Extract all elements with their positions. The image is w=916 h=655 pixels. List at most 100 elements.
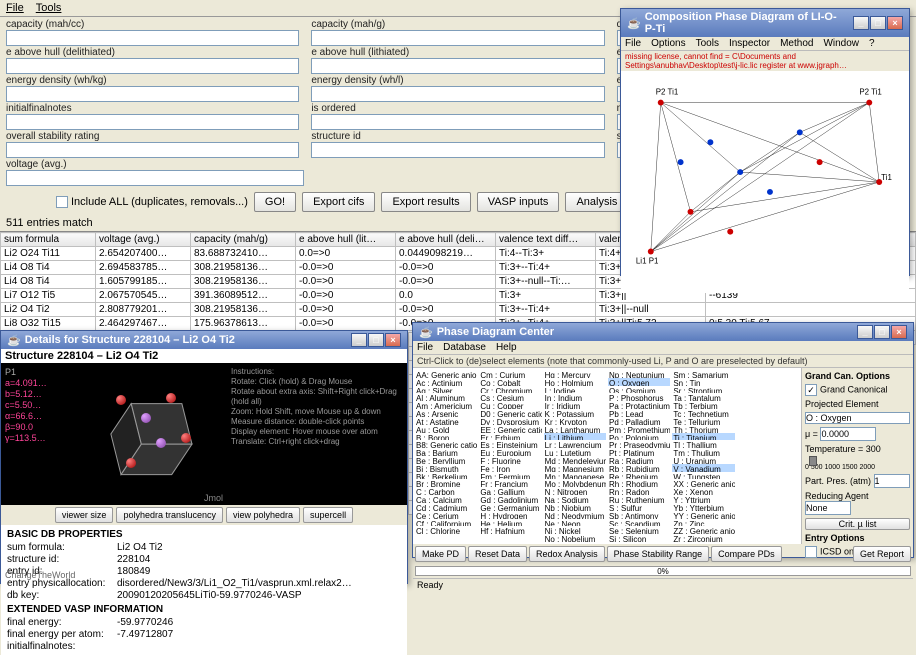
btn-reset[interactable]: Reset Data bbox=[468, 546, 527, 562]
element-item[interactable]: Tc : Technetium bbox=[672, 409, 734, 417]
element-item[interactable] bbox=[737, 464, 799, 472]
table-row[interactable]: Li2 O4 Ti22.808779201…308.21958136…-0.0=… bbox=[1, 303, 916, 317]
element-item[interactable] bbox=[737, 519, 799, 527]
element-item[interactable]: Ru : Ruthenium bbox=[608, 495, 670, 503]
element-item[interactable]: ZZ : Generic anion ZZ bbox=[672, 526, 734, 534]
btn-poly-transl[interactable]: polyhedra translucency bbox=[116, 507, 223, 523]
in-ifnotes[interactable] bbox=[6, 114, 299, 130]
element-item[interactable]: Ir : Iridium bbox=[544, 401, 606, 409]
in-ehl[interactable] bbox=[311, 58, 604, 74]
element-item[interactable]: Hg : Mercury bbox=[544, 370, 606, 378]
element-item[interactable]: Ba : Barium bbox=[415, 448, 477, 456]
btn-analysis[interactable]: Analysis bbox=[565, 192, 628, 212]
element-item[interactable]: Pr : Praseodymium bbox=[608, 440, 670, 448]
menu-item[interactable]: Options bbox=[651, 38, 685, 49]
element-item[interactable]: Rn : Radon bbox=[608, 487, 670, 495]
btn-report[interactable]: Get Report bbox=[853, 546, 911, 562]
element-item[interactable]: No : Nobelium bbox=[544, 534, 606, 542]
element-item[interactable]: Bi : Bismuth bbox=[415, 464, 477, 472]
element-item[interactable]: Lr : Lawrencium bbox=[544, 440, 606, 448]
element-item[interactable]: He : Helium bbox=[479, 519, 541, 527]
element-item[interactable]: Sr : Strontium bbox=[672, 386, 734, 394]
element-item[interactable]: Cf : Californium bbox=[415, 519, 477, 527]
element-item[interactable]: Mo : Molybdenum bbox=[544, 479, 606, 487]
element-item[interactable]: Sn : Tin bbox=[672, 378, 734, 386]
element-item[interactable]: Cl : Chlorine bbox=[415, 526, 477, 534]
element-item[interactable]: In : Indium bbox=[544, 393, 606, 401]
element-item[interactable]: Ho : Holmium bbox=[544, 378, 606, 386]
element-item[interactable]: Br : Bromine bbox=[415, 479, 477, 487]
pd-menubar[interactable]: FileOptionsToolsInspectorMethodWindow? bbox=[621, 37, 909, 51]
element-item[interactable]: U : Uranium bbox=[672, 456, 734, 464]
chk-grand-canonical[interactable]: ✓ bbox=[805, 384, 817, 396]
element-item[interactable] bbox=[737, 526, 799, 534]
in-ehd[interactable] bbox=[6, 58, 299, 74]
element-item[interactable] bbox=[737, 417, 799, 425]
element-item[interactable]: Ca : Calcium bbox=[415, 495, 477, 503]
close-icon[interactable]: × bbox=[887, 16, 903, 30]
col-vtd1[interactable]: valence text diff… bbox=[496, 233, 596, 247]
element-item[interactable] bbox=[737, 370, 799, 378]
element-item[interactable]: Ag : Silver bbox=[415, 386, 477, 394]
element-item[interactable]: Se : Selenium bbox=[608, 526, 670, 534]
element-item[interactable]: Pm : Promethium bbox=[608, 425, 670, 433]
element-item[interactable]: Tl : Thallium bbox=[672, 440, 734, 448]
sel-reducing-agent[interactable] bbox=[805, 501, 851, 515]
element-item[interactable]: Li : Lithium bbox=[544, 433, 606, 441]
col-ehd[interactable]: e above hull (deli… bbox=[396, 233, 496, 247]
col-cap[interactable]: capacity (mah/g) bbox=[191, 233, 296, 247]
menu-item[interactable]: Window bbox=[823, 38, 859, 49]
element-item[interactable]: Fm : Fermium bbox=[479, 472, 541, 480]
element-item[interactable]: La : Lanthanum bbox=[544, 425, 606, 433]
element-item[interactable]: Cu : Copper bbox=[479, 401, 541, 409]
element-item[interactable]: Os : Osmium bbox=[608, 386, 670, 394]
element-item[interactable] bbox=[737, 456, 799, 464]
element-item[interactable]: Be : Beryllium bbox=[415, 456, 477, 464]
element-item[interactable]: Ta : Tantalum bbox=[672, 393, 734, 401]
element-item[interactable] bbox=[737, 425, 799, 433]
struct-titlebar[interactable]: ☕ Details for Structure 228104 – Li2 O4 … bbox=[1, 331, 407, 349]
element-item[interactable]: Hf : Hafnium bbox=[479, 526, 541, 534]
element-item[interactable] bbox=[737, 393, 799, 401]
element-item[interactable]: Sb : Antimony bbox=[608, 511, 670, 519]
element-item[interactable]: F : Fluorine bbox=[479, 456, 541, 464]
element-item[interactable]: Cm : Curium bbox=[479, 370, 541, 378]
element-item[interactable]: I : Iodine bbox=[544, 386, 606, 394]
in-voltage[interactable] bbox=[6, 170, 304, 186]
element-item[interactable]: Sm : Samarium bbox=[672, 370, 734, 378]
element-item[interactable]: S : Sulfur bbox=[608, 503, 670, 511]
element-item[interactable]: Pt : Platinum bbox=[608, 448, 670, 456]
btn-export-results[interactable]: Export results bbox=[381, 192, 470, 212]
element-item[interactable]: Md : Mendelevium bbox=[544, 456, 606, 464]
close-icon[interactable]: × bbox=[385, 333, 401, 347]
in-osr[interactable] bbox=[6, 142, 299, 158]
element-item[interactable]: Dy : Dysprosium bbox=[479, 417, 541, 425]
element-item[interactable]: C : Carbon bbox=[415, 487, 477, 495]
col-sum[interactable]: sum formula bbox=[1, 233, 96, 247]
element-item[interactable] bbox=[737, 503, 799, 511]
menu-item[interactable]: Help bbox=[496, 342, 517, 353]
min-icon[interactable]: _ bbox=[857, 325, 873, 339]
element-item[interactable]: Tb : Terbium bbox=[672, 401, 734, 409]
element-item[interactable]: Si : Silicon bbox=[608, 534, 670, 542]
menu-file[interactable]: File bbox=[6, 2, 24, 14]
element-item[interactable]: Am : Americium bbox=[415, 401, 477, 409]
element-item[interactable]: YY : Generic anion YY bbox=[672, 511, 734, 519]
sel-proj-element[interactable] bbox=[805, 412, 910, 424]
element-item[interactable] bbox=[415, 534, 477, 542]
element-item[interactable]: Fr : Francium bbox=[479, 479, 541, 487]
in-mu[interactable] bbox=[820, 427, 876, 441]
element-item[interactable] bbox=[737, 440, 799, 448]
element-item[interactable]: Y : Yttrium bbox=[672, 495, 734, 503]
element-item[interactable]: V : Vanadium bbox=[672, 464, 734, 472]
element-item[interactable]: At : Astatine bbox=[415, 417, 477, 425]
element-item[interactable]: Ti : Titanium bbox=[672, 433, 734, 441]
element-item[interactable]: Pa : Protactinium bbox=[608, 401, 670, 409]
menu-item[interactable]: Method bbox=[780, 38, 813, 49]
btn-compare[interactable]: Compare PDs bbox=[711, 546, 782, 562]
element-item[interactable] bbox=[737, 534, 799, 542]
chk-include-all[interactable] bbox=[56, 196, 68, 208]
col-vavg[interactable]: voltage (avg.) bbox=[96, 233, 191, 247]
btn-crit-mu[interactable]: Crit. µ list bbox=[805, 518, 910, 530]
element-item[interactable]: AA: Generic anion A bbox=[415, 370, 477, 378]
